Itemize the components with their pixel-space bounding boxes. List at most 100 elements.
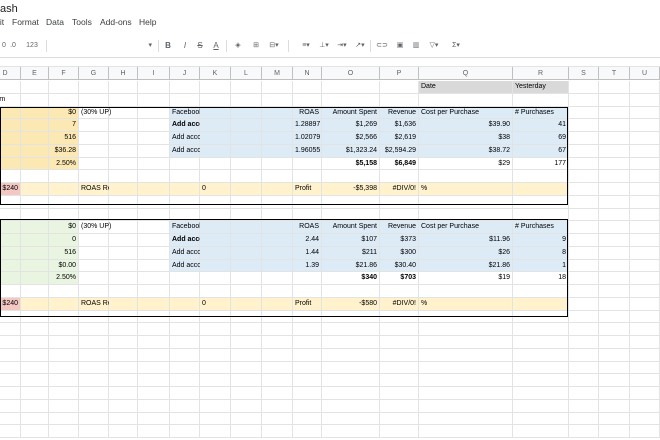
cell-m23[interactable] bbox=[262, 362, 293, 374]
cell-u15[interactable] bbox=[630, 260, 660, 272]
cell-q13[interactable]: $11.96 bbox=[419, 234, 513, 247]
cell-j1[interactable] bbox=[170, 81, 200, 94]
cell-i16[interactable] bbox=[138, 272, 170, 285]
italic-button[interactable]: I bbox=[180, 40, 190, 52]
cell-t28[interactable] bbox=[599, 425, 630, 438]
cell-n8[interactable] bbox=[293, 170, 322, 183]
cell-m9[interactable] bbox=[262, 183, 293, 196]
cell-r9[interactable] bbox=[513, 183, 569, 196]
column-header-s[interactable]: S bbox=[569, 67, 599, 80]
cell-p26[interactable] bbox=[380, 400, 419, 413]
section1-up-note[interactable]: (30% UP) bbox=[79, 107, 111, 119]
cell-h24[interactable] bbox=[109, 374, 138, 387]
cell-h16[interactable] bbox=[109, 272, 138, 285]
cell-d17[interactable] bbox=[0, 285, 21, 298]
cell-k25[interactable] bbox=[200, 387, 231, 400]
cell-n23[interactable] bbox=[293, 362, 322, 374]
cell-f28[interactable] bbox=[49, 425, 79, 438]
section1-input-5[interactable]: 2.50% bbox=[49, 158, 79, 170]
cell-s16[interactable] bbox=[569, 272, 599, 285]
cell-m13[interactable] bbox=[262, 234, 293, 247]
column-header-n[interactable]: N bbox=[293, 67, 322, 80]
menu-addons[interactable]: Add-ons bbox=[100, 17, 132, 27]
cell-i10[interactable] bbox=[138, 196, 170, 209]
cell-t13[interactable] bbox=[599, 234, 630, 247]
cell-l21[interactable] bbox=[231, 336, 262, 349]
section1-budget[interactable]: $240 bbox=[0, 183, 21, 196]
cell-s19[interactable] bbox=[569, 311, 599, 323]
column-header-g[interactable]: G bbox=[79, 67, 109, 80]
cell-t12[interactable] bbox=[599, 221, 630, 234]
cell-k15[interactable] bbox=[200, 260, 231, 272]
cell-t27[interactable] bbox=[599, 413, 630, 425]
cell-u27[interactable] bbox=[630, 413, 660, 425]
cell-u25[interactable] bbox=[630, 387, 660, 400]
cell-j8[interactable] bbox=[170, 170, 200, 183]
text-rotation-icon[interactable]: ↗▾ bbox=[352, 40, 368, 52]
cell-e9[interactable] bbox=[21, 183, 49, 196]
cell-s25[interactable] bbox=[569, 387, 599, 400]
cell-e19[interactable] bbox=[21, 311, 49, 323]
fill-color-icon[interactable]: ◈ bbox=[232, 40, 244, 52]
cell-h7[interactable] bbox=[109, 158, 138, 170]
cell-d15[interactable] bbox=[0, 260, 21, 272]
cell-u16[interactable] bbox=[630, 272, 660, 285]
cell-f23[interactable] bbox=[49, 362, 79, 374]
cell-r26[interactable] bbox=[513, 400, 569, 413]
cell-j18[interactable] bbox=[170, 298, 200, 311]
cell-s11[interactable] bbox=[569, 209, 599, 221]
cell-i11[interactable] bbox=[138, 209, 170, 221]
cell-r2[interactable] bbox=[513, 94, 569, 107]
section1-profit-label[interactable]: Profit bbox=[293, 183, 322, 196]
cell-m26[interactable] bbox=[262, 400, 293, 413]
cell-h15[interactable] bbox=[109, 260, 138, 272]
section2-input-4[interactable]: $0.00 bbox=[49, 260, 79, 272]
cell-k10[interactable] bbox=[200, 196, 231, 209]
cell-f21[interactable] bbox=[49, 336, 79, 349]
cell-u2[interactable] bbox=[630, 94, 660, 107]
cell-m4[interactable] bbox=[262, 119, 293, 132]
cell-n17[interactable] bbox=[293, 285, 322, 298]
cell-i26[interactable] bbox=[138, 400, 170, 413]
cell-g14[interactable] bbox=[79, 247, 109, 260]
section2-percent[interactable]: % bbox=[419, 298, 513, 311]
cell-l16[interactable] bbox=[231, 272, 262, 285]
section1-account-1[interactable]: Add account #1 bbox=[170, 119, 224, 132]
menu-tools[interactable]: Tools bbox=[72, 17, 92, 27]
cell-s26[interactable] bbox=[569, 400, 599, 413]
section1-total-cpp[interactable]: $29 bbox=[419, 158, 513, 170]
cell-k12[interactable] bbox=[200, 221, 231, 234]
cell-r4[interactable]: 41 bbox=[513, 119, 569, 132]
cell-d23[interactable] bbox=[0, 362, 21, 374]
cell-f8[interactable] bbox=[49, 170, 79, 183]
cell-l7[interactable] bbox=[231, 158, 262, 170]
section1-spent-header[interactable]: Amount Spent bbox=[322, 107, 380, 119]
cell-h22[interactable] bbox=[109, 349, 138, 362]
cell-q23[interactable] bbox=[419, 362, 513, 374]
cell-r8[interactable] bbox=[513, 170, 569, 183]
cell-l15[interactable] bbox=[231, 260, 262, 272]
cell-u9[interactable] bbox=[630, 183, 660, 196]
section1-percent[interactable]: % bbox=[419, 183, 513, 196]
cell-g23[interactable] bbox=[79, 362, 109, 374]
cell-n16[interactable] bbox=[293, 272, 322, 285]
section1-total-revenue[interactable]: $6,849 bbox=[380, 158, 419, 170]
cell-h25[interactable] bbox=[109, 387, 138, 400]
cell-p24[interactable] bbox=[380, 374, 419, 387]
cell-e20[interactable] bbox=[21, 323, 49, 336]
cell-i8[interactable] bbox=[138, 170, 170, 183]
cell-t17[interactable] bbox=[599, 285, 630, 298]
cell-m18[interactable] bbox=[262, 298, 293, 311]
text-wrap-icon[interactable]: ⇥▾ bbox=[334, 40, 350, 52]
cell-r20[interactable] bbox=[513, 323, 569, 336]
cell-n26[interactable] bbox=[293, 400, 322, 413]
cell-d16[interactable] bbox=[0, 272, 21, 285]
cell-u24[interactable] bbox=[630, 374, 660, 387]
section2-total-purchases[interactable]: 18 bbox=[513, 272, 569, 285]
section2-spent-header[interactable]: Amount Spent bbox=[322, 221, 380, 234]
section2-roas-real-label[interactable]: ROAS Real bbox=[79, 298, 117, 311]
cell-n20[interactable] bbox=[293, 323, 322, 336]
cell-k21[interactable] bbox=[200, 336, 231, 349]
cell-r27[interactable] bbox=[513, 413, 569, 425]
cell-h27[interactable] bbox=[109, 413, 138, 425]
